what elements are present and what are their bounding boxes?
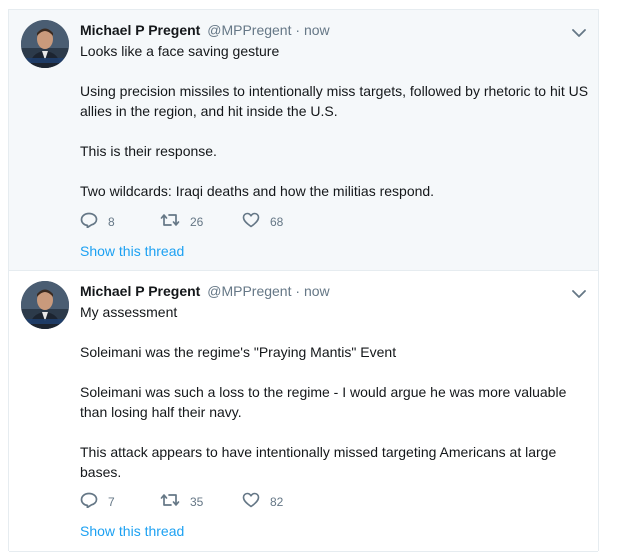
tweet[interactable]: Michael P Pregent @MPPregent · now My as… — [9, 271, 598, 552]
like-count: 68 — [270, 214, 284, 229]
tweet-text: My assessment Soleimani was the regime's… — [80, 302, 590, 482]
like-count: 82 — [270, 494, 284, 509]
timestamp[interactable]: now — [304, 22, 330, 38]
reply-button[interactable]: 8 — [80, 212, 160, 231]
tweet-paragraph: Using precision missiles to intentionall… — [80, 83, 589, 119]
retweet-icon — [160, 492, 190, 511]
retweet-count: 35 — [190, 494, 204, 509]
reply-icon — [80, 492, 108, 511]
separator-dot: · — [295, 283, 301, 299]
chevron-down-icon[interactable] — [572, 286, 586, 298]
tweet-paragraph: This is their response. — [80, 143, 217, 159]
like-button[interactable]: 68 — [242, 212, 322, 231]
retweet-button[interactable]: 26 — [160, 212, 242, 231]
tweet-paragraph: My assessment — [80, 304, 178, 320]
tweet-paragraph: This attack appears to have intentionall… — [80, 444, 557, 480]
like-button[interactable]: 82 — [242, 492, 322, 511]
tweet-paragraph: Soleimani was such a loss to the regime … — [80, 384, 567, 420]
retweet-button[interactable]: 35 — [160, 492, 242, 511]
timestamp[interactable]: now — [304, 283, 330, 299]
author-name[interactable]: Michael P Pregent — [80, 283, 200, 299]
tweet[interactable]: Michael P Pregent @MPPregent · now Looks… — [9, 10, 598, 271]
reply-button[interactable]: 7 — [80, 492, 160, 511]
heart-icon — [242, 212, 270, 231]
heart-icon — [242, 492, 270, 511]
author-handle[interactable]: @MPPregent — [207, 283, 291, 299]
show-thread-link[interactable]: Show this thread — [80, 243, 184, 259]
tweet-actions: 7 35 82 — [80, 492, 322, 511]
tweet-paragraph: Looks like a face saving gesture — [80, 43, 280, 59]
author-handle[interactable]: @MPPregent — [207, 22, 291, 38]
show-thread-link[interactable]: Show this thread — [80, 523, 184, 539]
chevron-down-icon[interactable] — [572, 25, 586, 37]
tweet-paragraph: Soleimani was the regime's "Praying Mant… — [80, 344, 397, 360]
tweet-header: Michael P Pregent @MPPregent · now — [80, 282, 330, 300]
avatar[interactable] — [21, 20, 69, 68]
avatar[interactable] — [21, 281, 69, 329]
reply-count: 8 — [108, 214, 115, 229]
tweet-header: Michael P Pregent @MPPregent · now — [80, 21, 330, 39]
reply-icon — [80, 212, 108, 231]
separator-dot: · — [295, 22, 301, 38]
retweet-count: 26 — [190, 214, 204, 229]
timeline: Michael P Pregent @MPPregent · now Looks… — [8, 9, 599, 552]
reply-count: 7 — [108, 494, 115, 509]
tweet-text: Looks like a face saving gesture Using p… — [80, 41, 590, 201]
retweet-icon — [160, 212, 190, 231]
tweet-paragraph: Two wildcards: Iraqi deaths and how the … — [80, 183, 435, 199]
tweet-actions: 8 26 68 — [80, 212, 322, 231]
author-name[interactable]: Michael P Pregent — [80, 22, 200, 38]
